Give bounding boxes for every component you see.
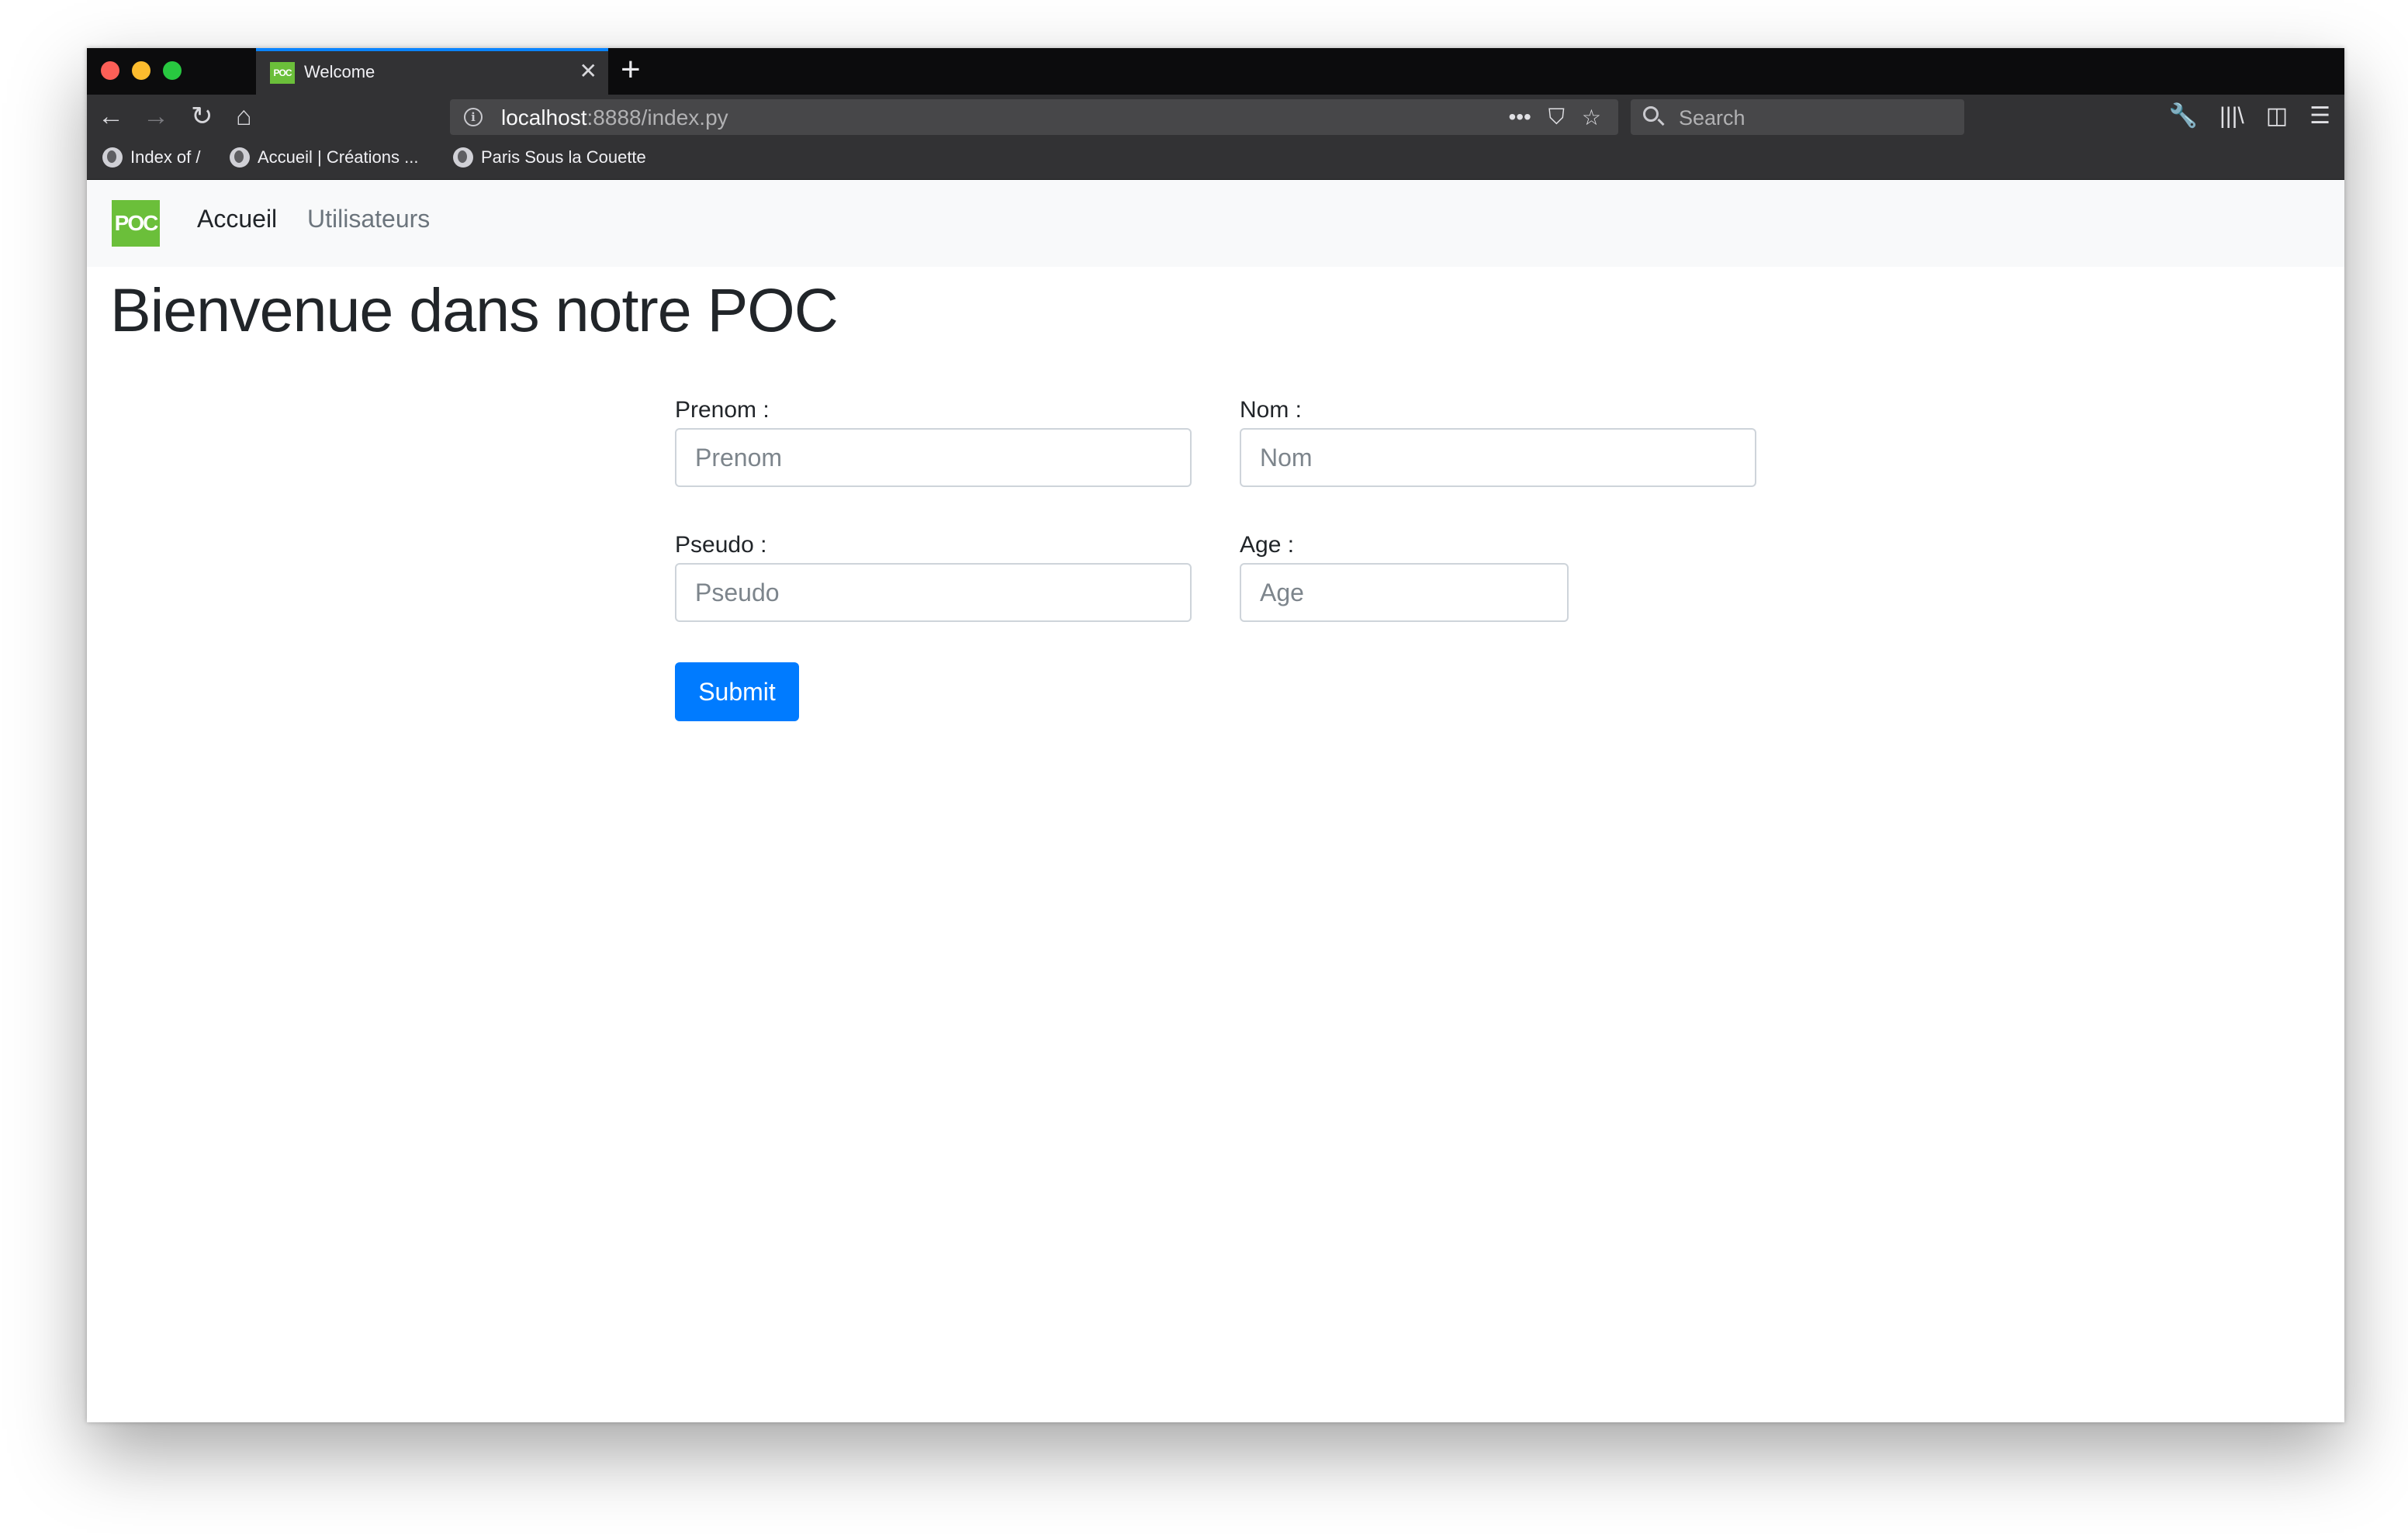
nom-label: Nom : xyxy=(1240,397,1303,423)
nav-link-accueil[interactable]: Accueil xyxy=(197,205,277,233)
browser-window: POC Welcome ✕ + ← → ↻ ⌂ i localhost:8888… xyxy=(87,48,2344,1422)
bookmark-item[interactable]: Accueil | Créations ... xyxy=(230,147,418,168)
search-bar[interactable]: Search xyxy=(1631,99,1964,135)
pseudo-label: Pseudo : xyxy=(675,532,767,558)
pocket-icon[interactable]: ⛉ xyxy=(1548,105,1565,130)
url-actions: ••• ⛉ ☆ xyxy=(1508,99,1618,135)
menu-icon[interactable]: ☰ xyxy=(2309,101,2330,132)
page-title: Bienvenue dans notre POC xyxy=(110,275,839,344)
developer-tools-icon[interactable]: 🔧 xyxy=(2169,101,2198,132)
brand-logo[interactable]: POC xyxy=(112,200,160,247)
url-path: :8888/index.py xyxy=(586,105,728,130)
reload-button[interactable]: ↻ xyxy=(191,101,213,132)
new-tab-button[interactable]: + xyxy=(621,53,641,87)
search-placeholder: Search xyxy=(1679,106,1745,130)
toolbar-right: 🔧 |||\ ◫ ☰ xyxy=(2147,101,2330,132)
user-form: Prenom : Nom : Pseudo : Age : Submit xyxy=(675,397,1761,738)
bookmark-item[interactable]: Paris Sous la Couette xyxy=(453,147,646,168)
tab-strip: POC Welcome ✕ + xyxy=(87,48,2344,95)
nav-link-utilisateurs[interactable]: Utilisateurs xyxy=(307,205,430,233)
age-label: Age : xyxy=(1240,532,1295,558)
page-viewport: POC Accueil Utilisateurs Bienvenue dans … xyxy=(87,180,2344,1422)
submit-button[interactable]: Submit xyxy=(675,662,799,721)
navigation-toolbar: ← → ↻ ⌂ i localhost:8888/index.py ••• ⛉ … xyxy=(87,95,2344,140)
bookmark-label: Accueil | Créations ... xyxy=(258,147,419,167)
prenom-label: Prenom : xyxy=(675,397,770,423)
home-button[interactable]: ⌂ xyxy=(236,101,252,132)
bookmark-item[interactable]: Index of / xyxy=(102,147,201,168)
globe-icon xyxy=(230,147,250,168)
page-actions-icon[interactable]: ••• xyxy=(1508,105,1531,130)
zoom-window-button[interactable] xyxy=(163,61,182,80)
globe-icon xyxy=(453,147,473,168)
nom-input[interactable] xyxy=(1240,428,1756,487)
tab-title: Welcome xyxy=(304,62,375,81)
forward-button[interactable]: → xyxy=(143,101,169,132)
tab-welcome[interactable]: POC Welcome ✕ xyxy=(256,48,608,95)
site-info-icon[interactable]: i xyxy=(464,108,483,126)
bookmark-label: Index of / xyxy=(130,147,201,167)
url-host: localhost xyxy=(501,105,587,130)
bookmark-label: Paris Sous la Couette xyxy=(481,147,646,167)
close-window-button[interactable] xyxy=(101,61,119,80)
site-navbar: POC Accueil Utilisateurs xyxy=(87,180,2344,267)
url-text: localhost:8888/index.py xyxy=(501,105,728,130)
library-icon[interactable]: |||\ xyxy=(2219,101,2244,132)
bookmark-star-icon[interactable]: ☆ xyxy=(1582,105,1601,130)
search-icon xyxy=(1643,106,1659,122)
poc-favicon-icon: POC xyxy=(270,62,295,84)
tab-close-icon[interactable]: ✕ xyxy=(580,60,597,82)
pseudo-input[interactable] xyxy=(675,563,1192,622)
url-bar[interactable]: i localhost:8888/index.py ••• ⛉ ☆ xyxy=(450,99,1618,135)
bookmarks-toolbar: Index of / Accueil | Créations ... Paris… xyxy=(87,140,2344,180)
prenom-input[interactable] xyxy=(675,428,1192,487)
sidebar-icon[interactable]: ◫ xyxy=(2266,101,2288,132)
minimize-window-button[interactable] xyxy=(132,61,150,80)
back-button[interactable]: ← xyxy=(98,101,124,132)
globe-icon xyxy=(102,147,123,168)
age-input[interactable] xyxy=(1240,563,1569,622)
